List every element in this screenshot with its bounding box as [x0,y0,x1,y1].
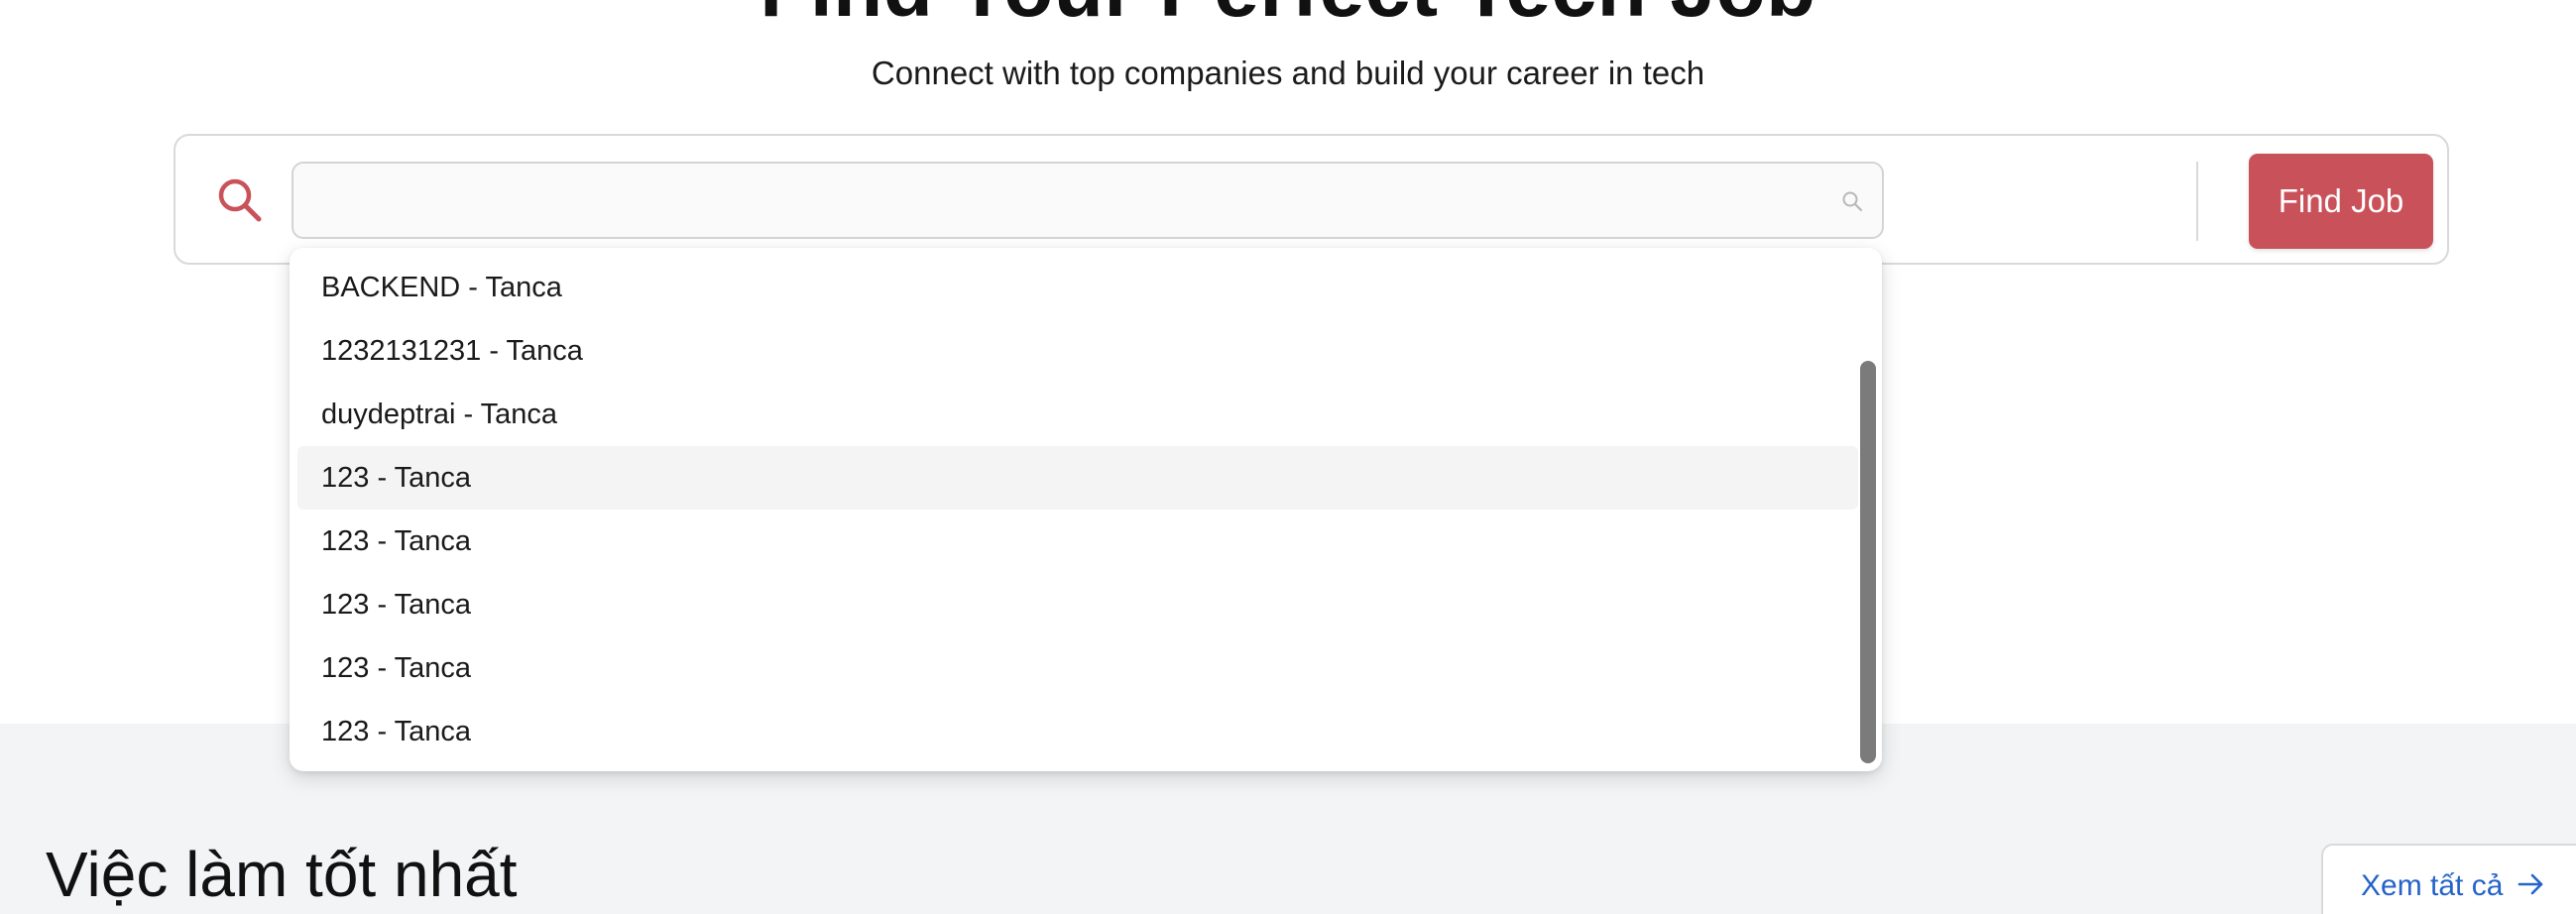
page: Find Your Perfect Tech Job Connect with … [0,0,2576,914]
scrollbar[interactable] [1860,254,1876,765]
find-job-button[interactable]: Find Job [2249,154,2433,249]
search-suggestions-dropdown: BACKEND - Tanca 1232131231 - Tanca duyde… [290,248,1882,771]
suggestion-item[interactable]: 1232131231 - Tanca [297,319,1858,383]
suggestion-item[interactable]: BACKEND - Tanca [297,256,1858,319]
suggestion-item[interactable]: 123 - Tanca [297,573,1858,636]
view-all-label: Xem tất cả [2361,869,2504,902]
search-field[interactable] [292,162,1884,239]
divider [2196,162,2198,241]
suggestion-item[interactable]: 123 - Tanca [297,636,1858,700]
scrollbar-thumb[interactable] [1860,361,1876,763]
suggestion-item[interactable]: 123 - Tanca [297,510,1858,573]
search-bar: Find Job [174,134,2449,265]
suggestion-list: BACKEND - Tanca 1232131231 - Tanca duyde… [297,256,1858,763]
search-input[interactable] [311,164,1803,239]
hero-subtitle: Connect with top companies and build you… [871,55,1705,91]
suggestion-item[interactable]: duydeptrai - Tanca [297,383,1858,446]
search-icon[interactable] [1840,189,1864,213]
hero-title: Find Your Perfect Tech Job [0,0,2576,30]
search-icon [215,175,265,225]
suggestion-item[interactable]: 123 - Tanca [297,446,1858,510]
section-title: Việc làm tốt nhất [46,839,518,910]
view-all-button[interactable]: Xem tất cả [2321,844,2576,914]
suggestion-item[interactable]: 123 - Tanca [297,700,1858,763]
arrow-right-icon [2517,869,2546,899]
